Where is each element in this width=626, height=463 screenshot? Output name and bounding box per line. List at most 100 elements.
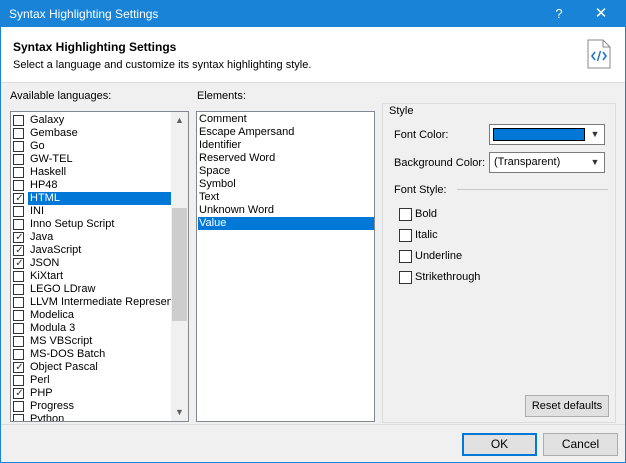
footer-divider	[1, 424, 625, 425]
language-checkbox[interactable]	[13, 349, 24, 360]
language-checkbox[interactable]	[13, 115, 24, 126]
bold-label: Bold	[415, 208, 438, 220]
background-color-combo[interactable]: (Transparent) ▼	[489, 152, 605, 173]
list-item[interactable]: Gembase	[13, 127, 171, 140]
language-checkbox[interactable]	[13, 310, 24, 321]
list-item[interactable]: ✓ Java	[13, 231, 171, 244]
language-checkbox[interactable]	[13, 141, 24, 152]
dialog-header: Syntax Highlighting Settings Select a la…	[1, 27, 625, 83]
strikethrough-checkbox-box[interactable]	[399, 271, 412, 284]
list-item[interactable]: Text	[198, 191, 374, 204]
list-item[interactable]: LEGO LDraw	[13, 283, 171, 296]
elements-list[interactable]: Comment Escape Ampersand Identifier Reserve…	[196, 111, 375, 422]
list-item[interactable]: Modula 3	[13, 322, 171, 335]
list-item[interactable]: Perl	[13, 374, 171, 387]
background-color-label: Background Color:	[394, 157, 486, 169]
language-checkbox[interactable]	[13, 336, 24, 347]
list-item[interactable]: Inno Setup Script	[13, 218, 171, 231]
reset-defaults-button[interactable]: Reset defaults	[525, 395, 609, 417]
list-item[interactable]: ✓ JSON	[13, 257, 171, 270]
header-subtitle: Select a language and customize its synt…	[13, 59, 312, 71]
list-item[interactable]: Progress	[13, 400, 171, 413]
list-item[interactable]: INI	[13, 205, 171, 218]
language-checkbox[interactable]	[13, 375, 24, 386]
list-item[interactable]: Symbol	[198, 178, 374, 191]
list-item[interactable]: ✓ JavaScript	[13, 244, 171, 257]
language-checkbox[interactable]	[13, 284, 24, 295]
list-item[interactable]: GW-TEL	[13, 153, 171, 166]
list-item[interactable]: Comment	[198, 113, 374, 126]
list-item[interactable]: Unknown Word	[198, 204, 374, 217]
list-item[interactable]: Go	[13, 140, 171, 153]
font-style-divider	[457, 189, 608, 190]
languages-label: Available languages:	[10, 90, 112, 102]
list-item[interactable]: ✓ PHP	[13, 387, 171, 400]
language-checkbox[interactable]	[13, 206, 24, 217]
language-label: Progress	[30, 400, 75, 412]
list-item[interactable]: Value	[198, 217, 374, 230]
languages-scrollbar[interactable]: ▲ ▼	[171, 112, 188, 421]
list-item[interactable]: ✓ HTML	[13, 192, 173, 205]
list-item[interactable]: KiXtart	[13, 270, 171, 283]
italic-checkbox-box[interactable]	[399, 229, 412, 242]
language-checkbox[interactable]: ✓	[13, 362, 24, 373]
language-checkbox[interactable]: ✓	[13, 258, 24, 269]
ok-button[interactable]: OK	[462, 433, 537, 456]
language-label: Modula 3	[30, 322, 76, 334]
language-checkbox[interactable]	[13, 401, 24, 412]
checkmark-icon: ✓	[15, 232, 24, 243]
language-label: MS-DOS Batch	[30, 348, 106, 360]
scroll-down-icon[interactable]: ▼	[171, 404, 188, 421]
underline-checkbox-box[interactable]	[399, 250, 412, 263]
chevron-down-icon[interactable]: ▼	[588, 155, 602, 170]
language-checkbox[interactable]	[13, 297, 24, 308]
list-item[interactable]: Space	[198, 165, 374, 178]
scroll-thumb[interactable]	[172, 208, 187, 321]
list-item[interactable]: ✓ Object Pascal	[13, 361, 171, 374]
list-item[interactable]: Python	[13, 413, 171, 421]
language-checkbox[interactable]	[13, 323, 24, 334]
language-checkbox[interactable]: ✓	[13, 193, 24, 204]
list-item[interactable]: MS VBScript	[13, 335, 171, 348]
language-checkbox[interactable]	[13, 180, 24, 191]
window-title: Syntax Highlighting Settings	[9, 7, 159, 21]
cancel-button[interactable]: Cancel	[543, 433, 618, 456]
help-button[interactable]: ?	[539, 1, 579, 27]
languages-list[interactable]: Galaxy Gembase Go GW-TEL Haskell HP48 ✓ HTML INI…	[10, 111, 189, 422]
underline-label: Underline	[415, 250, 463, 262]
language-label: JavaScript	[30, 244, 82, 256]
language-checkbox[interactable]	[13, 128, 24, 139]
list-item[interactable]: Modelica	[13, 309, 171, 322]
font-color-swatch	[493, 128, 585, 141]
language-label: Object Pascal	[30, 361, 98, 373]
language-label: Java	[30, 231, 54, 243]
list-item[interactable]: Identifier	[198, 139, 374, 152]
language-checkbox[interactable]: ✓	[13, 388, 24, 399]
chevron-down-icon[interactable]: ▼	[588, 127, 602, 142]
list-item[interactable]: MS-DOS Batch	[13, 348, 171, 361]
language-checkbox[interactable]	[13, 219, 24, 230]
language-label: GW-TEL	[30, 153, 73, 165]
language-checkbox[interactable]	[13, 154, 24, 165]
bold-checkbox-box[interactable]	[399, 208, 412, 221]
checkmark-icon: ✓	[15, 388, 24, 399]
language-label: KiXtart	[30, 270, 64, 282]
list-item[interactable]: Haskell	[13, 166, 171, 179]
list-item[interactable]: Escape Ampersand	[198, 126, 374, 139]
list-item[interactable]: Reserved Word	[198, 152, 374, 165]
italic-label: Italic	[415, 229, 438, 241]
list-item[interactable]: Galaxy	[13, 114, 171, 127]
language-checkbox[interactable]	[13, 271, 24, 282]
language-label: Galaxy	[30, 114, 65, 126]
language-label: Perl	[30, 374, 50, 386]
language-checkbox[interactable]: ✓	[13, 245, 24, 256]
close-button[interactable]: ✕	[581, 1, 621, 27]
language-checkbox[interactable]	[13, 167, 24, 178]
language-checkbox[interactable]	[13, 414, 24, 421]
font-color-combo[interactable]: ▼	[489, 124, 605, 145]
scroll-up-icon[interactable]: ▲	[171, 112, 188, 129]
list-item[interactable]: HP48	[13, 179, 171, 192]
language-checkbox[interactable]: ✓	[13, 232, 24, 243]
language-label: HP48	[30, 179, 58, 191]
list-item[interactable]: LLVM Intermediate Represent	[13, 296, 176, 309]
